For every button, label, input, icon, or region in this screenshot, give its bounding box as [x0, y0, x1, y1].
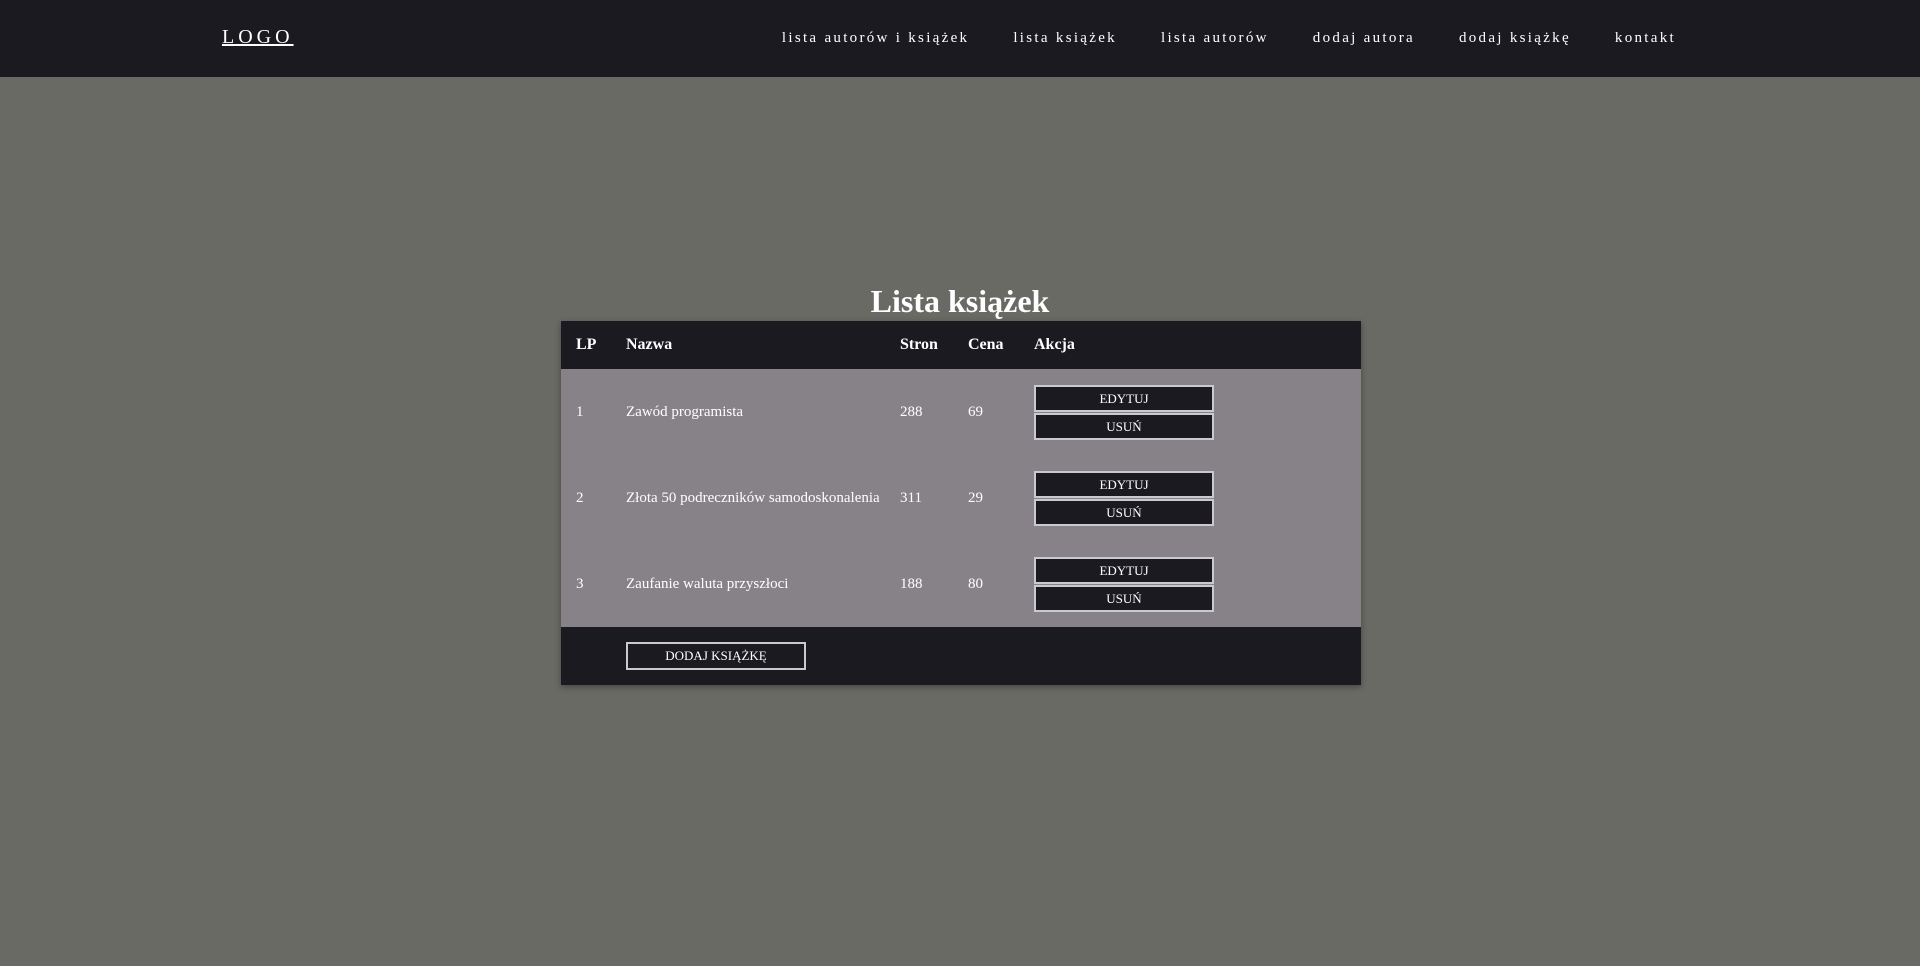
column-header-price: Cena [968, 336, 1004, 353]
table-footer: DODAJ KSIĄŻKĘ [561, 627, 1361, 685]
cell-price: 80 [968, 575, 983, 592]
books-table-panel: LP Nazwa Stron Cena Akcja 1 Zawód progra… [561, 321, 1361, 685]
edit-button[interactable]: EDYTUJ [1034, 556, 1214, 584]
books-table: LP Nazwa Stron Cena Akcja 1 Zawód progra… [561, 321, 1361, 627]
cell-pages: 188 [900, 575, 923, 592]
nav-link-authors-and-books[interactable]: lista autorów i książek [782, 30, 969, 47]
nav-link-contact[interactable]: kontakt [1615, 30, 1676, 47]
cell-name: Zaufanie waluta przyszłoci [626, 575, 789, 592]
column-header-pages: Stron [900, 336, 938, 353]
nav-link-authors-list[interactable]: lista autorów [1161, 30, 1269, 47]
delete-button[interactable]: USUŃ [1034, 412, 1214, 440]
page-title: Lista książek [870, 283, 1050, 319]
logo-link[interactable]: LOGO [222, 26, 294, 49]
cell-actions: EDYTUJ USUŃ [1019, 541, 1361, 627]
cell-actions: EDYTUJ USUŃ [1019, 455, 1361, 541]
table-header-row: LP Nazwa Stron Cena Akcja [561, 321, 1361, 369]
edit-button[interactable]: EDYTUJ [1034, 470, 1214, 498]
column-header-name: Nazwa [626, 336, 673, 353]
edit-button[interactable]: EDYTUJ [1034, 384, 1214, 412]
main-nav: lista autorów i książek lista książek li… [738, 30, 1676, 47]
cell-price: 29 [968, 489, 983, 506]
cell-pages: 288 [900, 403, 923, 420]
cell-name: Zawód programista [626, 403, 744, 420]
add-book-button[interactable]: DODAJ KSIĄŻKĘ [626, 642, 806, 670]
delete-button[interactable]: USUŃ [1034, 498, 1214, 526]
table-row: 2 Złota 50 podreczników samodoskonalenia… [561, 455, 1361, 541]
cell-lp: 3 [576, 575, 584, 592]
cell-lp: 2 [576, 489, 584, 506]
cell-actions: EDYTUJ USUŃ [1019, 369, 1361, 455]
nav-link-add-author[interactable]: dodaj autora [1313, 30, 1415, 47]
table-row: 1 Zawód programista 288 69 EDYTUJ USUŃ [561, 369, 1361, 455]
column-header-lp: LP [576, 336, 597, 353]
column-header-action: Akcja [1034, 336, 1075, 353]
nav-link-add-book[interactable]: dodaj książkę [1459, 30, 1571, 47]
cell-pages: 311 [900, 489, 922, 506]
cell-name: Złota 50 podreczników samodoskonalenia [626, 489, 880, 506]
table-row: 3 Zaufanie waluta przyszłoci 188 80 EDYT… [561, 541, 1361, 627]
cell-lp: 1 [576, 403, 584, 420]
delete-button[interactable]: USUŃ [1034, 584, 1214, 612]
top-navbar: LOGO lista autorów i książek lista książ… [0, 0, 1920, 77]
nav-link-books-list[interactable]: lista książek [1013, 30, 1117, 47]
cell-price: 69 [968, 403, 983, 420]
